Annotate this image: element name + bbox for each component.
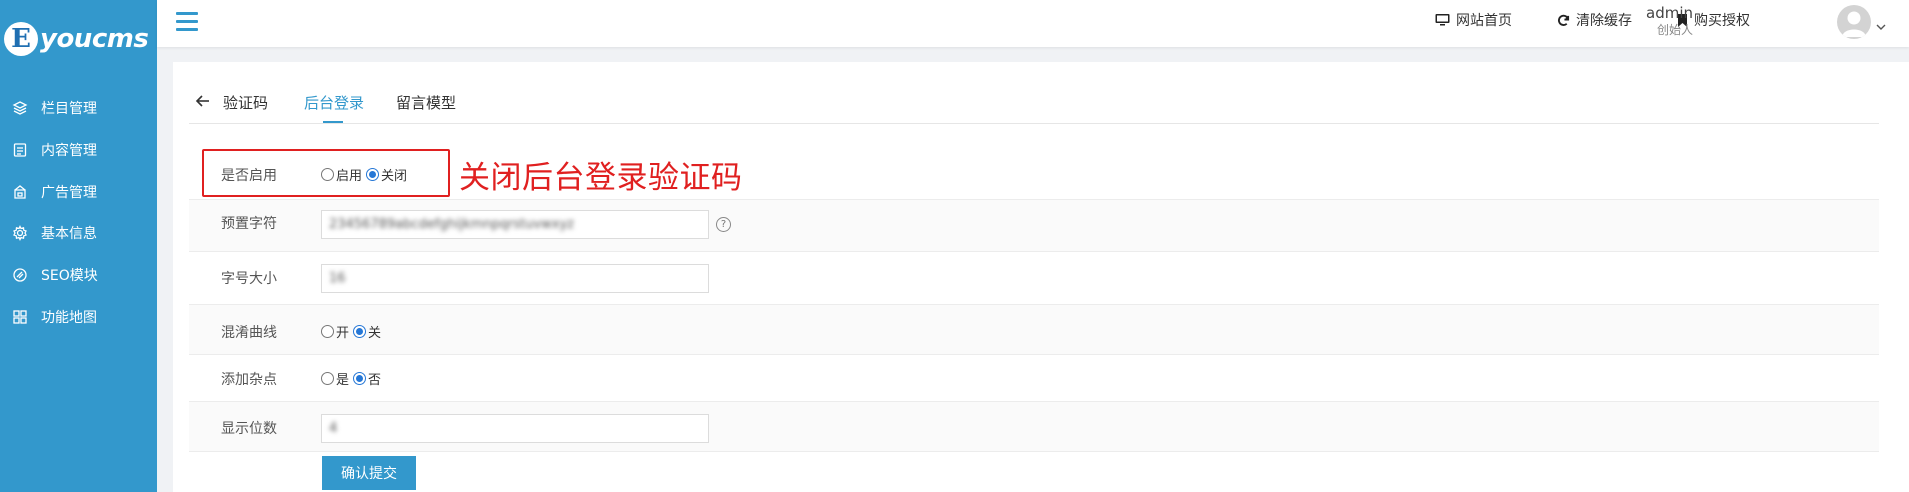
sidebar-item-basic-info[interactable]: 基本信息 <box>0 213 157 253</box>
noise-radio-group: 是 否 <box>321 369 385 388</box>
monitor-icon <box>1435 13 1450 27</box>
font-size-label: 字号大小 <box>221 271 277 287</box>
curve-off-radio[interactable] <box>353 325 367 338</box>
help-icon[interactable]: ? <box>716 217 731 232</box>
user-role: 创始人 <box>1656 23 1693 37</box>
logo[interactable]: E youcms <box>4 16 149 62</box>
sidebar-item-label: SEO模块 <box>41 268 98 284</box>
curve-off-label[interactable]: 关 <box>368 322 381 341</box>
sidebar-item-label: 广告管理 <box>41 185 97 201</box>
layers-icon <box>11 99 29 117</box>
curve-on-label[interactable]: 开 <box>336 322 349 341</box>
site-home-link[interactable]: 网站首页 <box>1435 10 1512 30</box>
clear-cache-link[interactable]: 清除缓存 <box>1557 10 1632 30</box>
preset-chars-label: 预置字符 <box>221 216 277 232</box>
preset-chars-input[interactable]: 23456789abcdefghijkmnpqrstuvwxyz <box>321 210 709 239</box>
length-input[interactable]: 4 <box>321 414 709 443</box>
logo-text: youcms <box>40 24 149 54</box>
grid-icon <box>11 308 29 326</box>
preset-chars-value: 23456789abcdefghijkmnpqrstuvwxyz <box>329 217 575 232</box>
user-silhouette-icon <box>1842 11 1866 37</box>
curve-radio-group: 开 关 <box>321 322 385 341</box>
sidebar-item-label: 栏目管理 <box>41 101 97 117</box>
noise-yes-label[interactable]: 是 <box>336 369 349 388</box>
noise-yes-radio[interactable] <box>321 372 334 385</box>
length-label: 显示位数 <box>221 421 277 437</box>
noise-label: 添加杂点 <box>221 372 277 388</box>
avatar[interactable] <box>1837 5 1871 39</box>
noise-no-radio[interactable] <box>353 372 367 385</box>
sidebar-item-ads[interactable]: 广告管理 <box>0 172 157 212</box>
sidebar-item-label: 基本信息 <box>41 226 97 242</box>
font-size-value: 16 <box>329 271 346 286</box>
sidebar-item-label: 内容管理 <box>41 143 97 159</box>
curve-label: 混淆曲线 <box>221 325 277 341</box>
tab-captcha[interactable]: 验证码 <box>223 92 268 113</box>
tab-admin-login[interactable]: 后台登录 <box>304 92 364 113</box>
gear-icon <box>11 224 29 242</box>
sidebar-item-feature-map[interactable]: 功能地图 <box>0 297 157 337</box>
annotation-highlight-box <box>202 149 450 197</box>
user-info[interactable]: admin 创始人 <box>1623 4 1693 38</box>
refresh-icon <box>1557 14 1570 27</box>
user-name: admin <box>1646 4 1693 22</box>
buy-license-label: 购买授权 <box>1694 13 1750 29</box>
form-row-curve <box>189 305 1879 355</box>
submit-button[interactable]: 确认提交 <box>322 456 416 490</box>
tabs-divider <box>189 123 1879 124</box>
sidebar-item-label: 功能地图 <box>41 310 97 326</box>
noise-no-label[interactable]: 否 <box>368 369 381 388</box>
chevron-down-icon[interactable] <box>1876 16 1886 35</box>
sidebar: E youcms 栏目管理 内容管理 广告管理 基本信息 SEO模块 功能地图 <box>0 0 157 492</box>
logo-mark: E <box>4 22 38 56</box>
curve-on-radio[interactable] <box>321 325 334 338</box>
seo-icon <box>11 266 29 284</box>
sidebar-item-content[interactable]: 内容管理 <box>0 130 157 170</box>
sidebar-item-columns[interactable]: 栏目管理 <box>0 88 157 128</box>
tab-message-model[interactable]: 留言模型 <box>396 92 456 113</box>
form-row-noise <box>189 355 1879 402</box>
sidebar-item-seo[interactable]: SEO模块 <box>0 255 157 295</box>
site-home-label: 网站首页 <box>1456 13 1512 29</box>
font-size-input[interactable]: 16 <box>321 264 709 293</box>
menu-toggle-icon[interactable] <box>176 12 198 32</box>
length-value: 4 <box>329 421 338 436</box>
document-icon <box>11 141 29 159</box>
ad-icon <box>11 183 29 201</box>
annotation-text: 关闭后台登录验证码 <box>459 160 743 196</box>
back-arrow-icon[interactable] <box>195 93 211 113</box>
